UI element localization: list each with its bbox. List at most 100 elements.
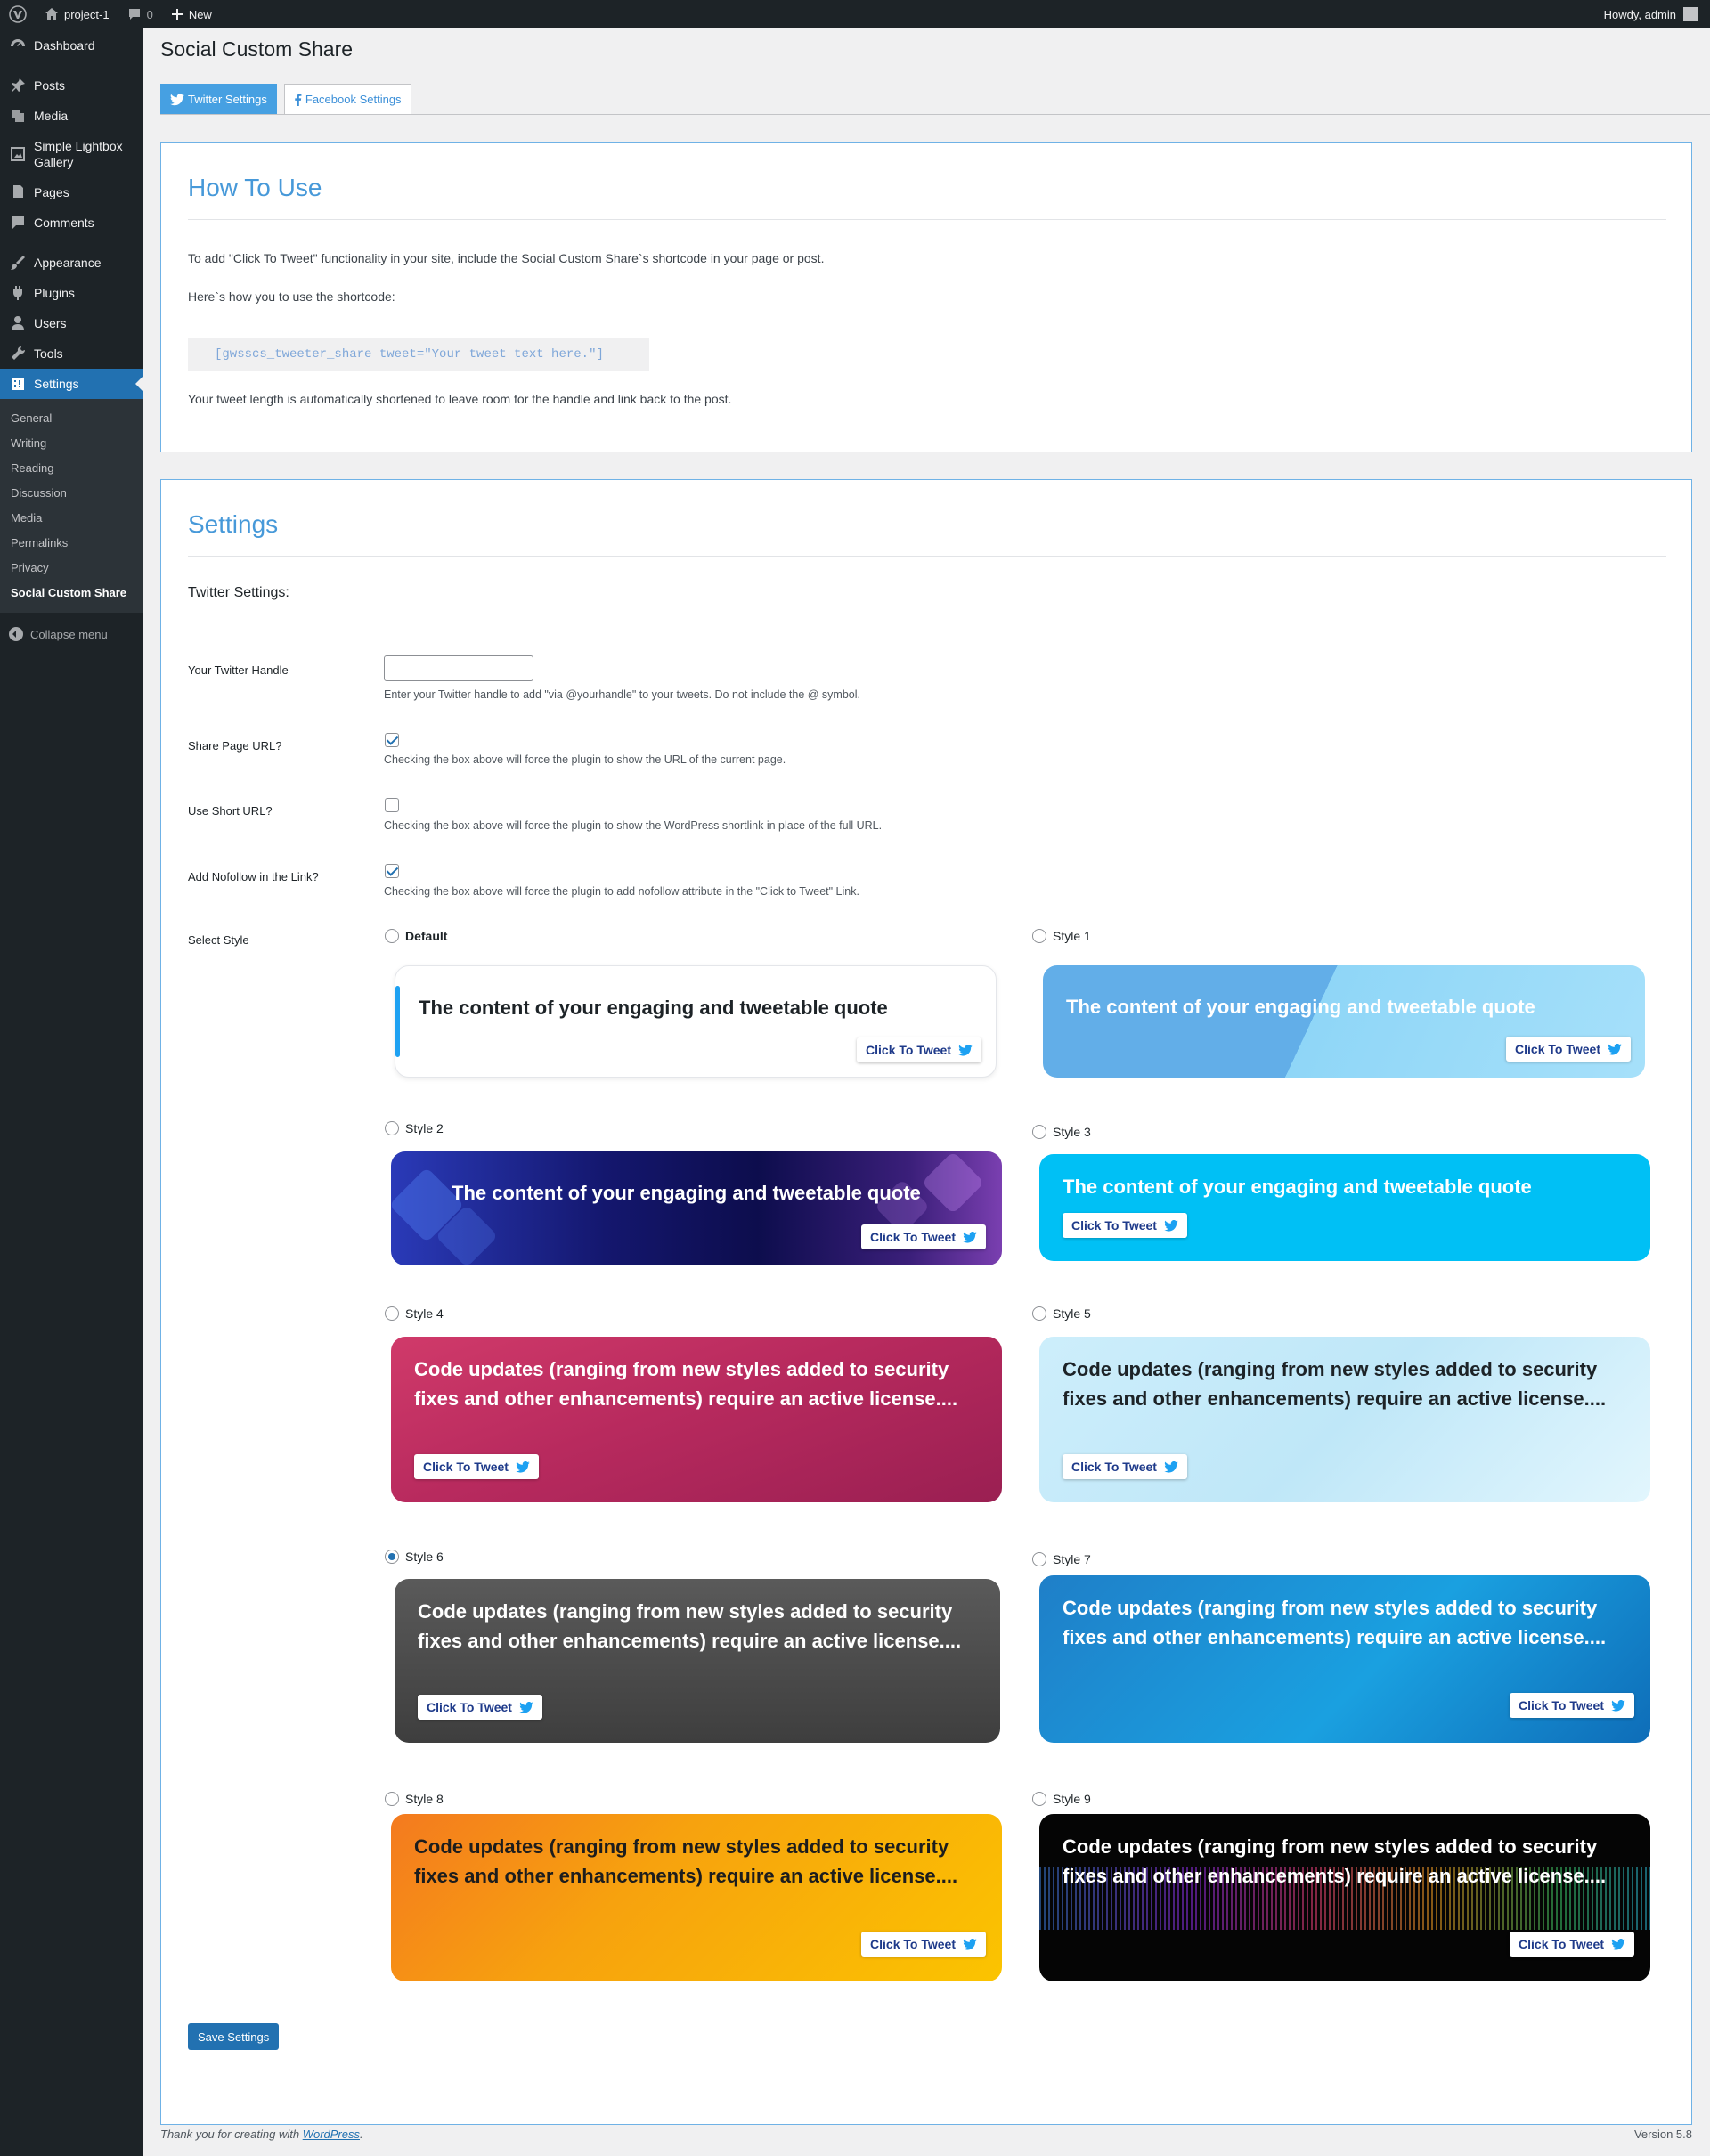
- admin-bar: project-1 0 New Howdy, admin: [0, 0, 1710, 28]
- click-to-tweet-button[interactable]: Click To Tweet: [857, 1037, 981, 1062]
- menu-media[interactable]: Media: [0, 101, 142, 131]
- click-to-tweet-button[interactable]: Click To Tweet: [1063, 1454, 1187, 1479]
- brush-icon: [11, 256, 25, 270]
- wrench-icon: [12, 346, 26, 360]
- use-short-url-label: Use Short URL?: [188, 804, 273, 818]
- style-2-preview: The content of your engaging and tweetab…: [391, 1151, 1002, 1265]
- style-4-label: Style 4: [405, 1306, 444, 1321]
- collapse-icon: [9, 627, 23, 641]
- style-9-radio[interactable]: [1032, 1792, 1046, 1806]
- twitter-settings-heading: Twitter Settings:: [188, 585, 289, 600]
- tab-twitter-settings[interactable]: Twitter Settings: [160, 84, 277, 115]
- style-7-preview: Code updates (ranging from new styles ad…: [1039, 1575, 1650, 1743]
- menu-plugins[interactable]: Plugins: [0, 278, 142, 308]
- twitter-bird-icon: [516, 1460, 530, 1473]
- new-content-link[interactable]: New: [162, 0, 221, 28]
- style-1-preview: The content of your engaging and tweetab…: [1043, 965, 1645, 1078]
- style-2-radio[interactable]: [385, 1121, 399, 1135]
- settings-title: Settings: [188, 510, 279, 538]
- menu-posts[interactable]: Posts: [0, 70, 142, 101]
- twitter-handle-input[interactable]: [384, 655, 533, 681]
- twitter-handle-description: Enter your Twitter handle to add "via @y…: [384, 688, 860, 701]
- click-to-tweet-button[interactable]: Click To Tweet: [1506, 1037, 1631, 1062]
- select-style-label: Select Style: [188, 933, 249, 947]
- use-short-url-checkbox[interactable]: [385, 798, 399, 812]
- media-icon: [12, 110, 24, 122]
- collapse-menu-button[interactable]: Collapse menu: [0, 618, 142, 650]
- settings-icon: [12, 378, 24, 390]
- pin-icon: [12, 78, 25, 92]
- comments-link[interactable]: 0: [118, 0, 162, 28]
- submenu-privacy[interactable]: Privacy: [0, 556, 142, 581]
- twitter-bird-icon: [1611, 1699, 1625, 1712]
- submenu-social-custom-share[interactable]: Social Custom Share: [0, 581, 142, 606]
- style-1-label: Style 1: [1053, 929, 1091, 943]
- style-9-preview: Code updates (ranging from new styles ad…: [1039, 1814, 1650, 1981]
- how-to-use-title: How To Use: [188, 174, 322, 201]
- footer-thanks: Thank you for creating with WordPress.: [160, 2128, 363, 2141]
- submenu-general[interactable]: General: [0, 406, 142, 431]
- style-6-radio[interactable]: [385, 1550, 399, 1564]
- page-title: Social Custom Share: [160, 37, 354, 61]
- settings-divider: [188, 556, 1666, 557]
- submenu-permalinks[interactable]: Permalinks: [0, 531, 142, 556]
- twitter-bird-icon: [958, 1044, 973, 1056]
- twitter-bird-icon: [1164, 1460, 1178, 1473]
- tab-facebook-settings[interactable]: Facebook Settings: [283, 84, 411, 115]
- twitter-bird-icon: [1611, 1938, 1625, 1950]
- style-4-radio[interactable]: [385, 1306, 399, 1321]
- account-menu[interactable]: Howdy, admin: [1604, 7, 1710, 21]
- wordpress-link[interactable]: WordPress: [303, 2128, 360, 2141]
- how-to-use-shortcode-intro: Here`s how you to use the shortcode:: [188, 289, 395, 304]
- click-to-tweet-button[interactable]: Click To Tweet: [1063, 1213, 1187, 1238]
- wordpress-logo-icon[interactable]: [0, 0, 36, 28]
- click-to-tweet-button[interactable]: Click To Tweet: [414, 1454, 539, 1479]
- menu-tools[interactable]: Tools: [0, 338, 142, 369]
- site-name-link[interactable]: project-1: [36, 0, 118, 28]
- click-to-tweet-button[interactable]: Click To Tweet: [1510, 1932, 1634, 1957]
- twitter-handle-label: Your Twitter Handle: [188, 663, 289, 677]
- how-to-use-divider: [188, 219, 1666, 220]
- click-to-tweet-button[interactable]: Click To Tweet: [1510, 1693, 1634, 1718]
- style-5-preview: Code updates (ranging from new styles ad…: [1039, 1337, 1650, 1502]
- submenu-media[interactable]: Media: [0, 506, 142, 531]
- twitter-bird-icon: [1164, 1219, 1178, 1232]
- style-5-radio[interactable]: [1032, 1306, 1046, 1321]
- add-nofollow-checkbox[interactable]: [385, 864, 399, 878]
- submenu-writing[interactable]: Writing: [0, 431, 142, 456]
- style-2-label: Style 2: [405, 1121, 444, 1135]
- style-3-radio[interactable]: [1032, 1125, 1046, 1139]
- submenu-discussion[interactable]: Discussion: [0, 481, 142, 506]
- menu-comments[interactable]: Comments: [0, 207, 142, 238]
- menu-simple-lightbox-gallery[interactable]: Simple Lightbox Gallery: [0, 131, 142, 177]
- submenu-reading[interactable]: Reading: [0, 456, 142, 481]
- style-default-radio[interactable]: [385, 929, 399, 943]
- share-page-url-checkbox[interactable]: [385, 733, 399, 747]
- save-settings-button[interactable]: Save Settings: [188, 2023, 280, 2050]
- menu-dashboard[interactable]: Dashboard: [0, 30, 142, 61]
- pages-icon: [12, 185, 23, 199]
- home-icon: [45, 8, 58, 20]
- share-page-url-description: Checking the box above will force the pl…: [384, 753, 786, 766]
- style-8-radio[interactable]: [385, 1792, 399, 1806]
- how-to-use-panel: How To Use To add "Click To Tweet" funct…: [160, 142, 1692, 452]
- click-to-tweet-button[interactable]: Click To Tweet: [861, 1932, 986, 1957]
- menu-users[interactable]: Users: [0, 308, 142, 338]
- plus-icon: [171, 9, 183, 20]
- plugin-icon: [12, 286, 23, 300]
- style-6-label: Style 6: [405, 1550, 444, 1564]
- style-7-radio[interactable]: [1032, 1552, 1046, 1566]
- twitter-icon: [170, 93, 184, 105]
- menu-appearance[interactable]: Appearance: [0, 248, 142, 278]
- click-to-tweet-button[interactable]: Click To Tweet: [418, 1695, 542, 1720]
- style-1-radio[interactable]: [1032, 929, 1046, 943]
- menu-pages[interactable]: Pages: [0, 177, 142, 207]
- style-default-label: Default: [405, 929, 448, 943]
- click-to-tweet-button[interactable]: Click To Tweet: [861, 1224, 986, 1249]
- footer-version: Version 5.8: [1633, 2128, 1692, 2141]
- comment-icon: [128, 9, 140, 20]
- settings-panel: Settings Twitter Settings: Your Twitter …: [160, 479, 1692, 2125]
- menu-settings[interactable]: Settings: [0, 369, 142, 399]
- style-3-preview: The content of your engaging and tweetab…: [1039, 1154, 1650, 1261]
- avatar: [1683, 7, 1698, 21]
